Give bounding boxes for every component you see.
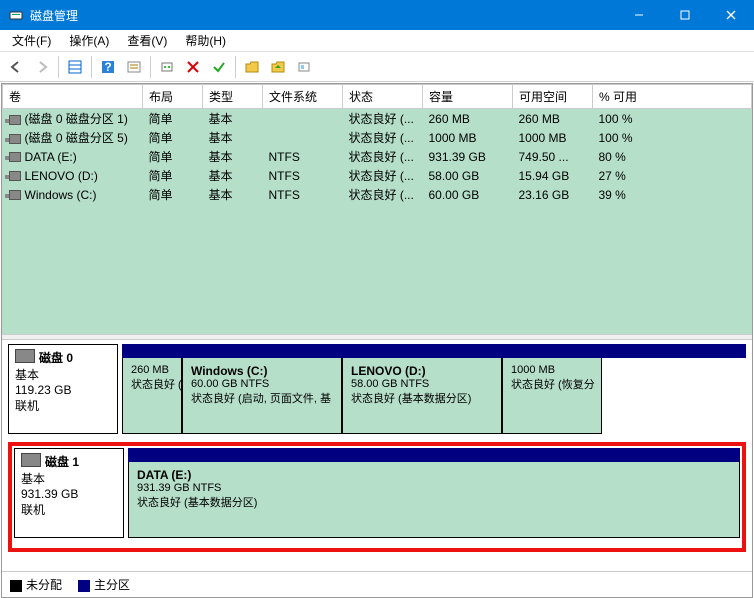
view-list-icon[interactable] [63,55,87,79]
partition[interactable]: 260 MB状态良好 (EF [122,358,182,434]
back-button[interactable] [4,55,28,79]
col-capacity[interactable]: 容量 [423,85,513,109]
legend-unallocated: 未分配 [10,576,62,593]
col-status[interactable]: 状态 [343,85,423,109]
col-type[interactable]: 类型 [203,85,263,109]
table-row[interactable]: Windows (C:)简单基本NTFS状态良好 (...60.00 GB23.… [3,185,752,204]
folder-icon[interactable] [240,55,264,79]
volume-icon [9,152,21,162]
svg-text:?: ? [104,60,111,74]
menubar: 文件(F) 操作(A) 查看(V) 帮助(H) [0,30,754,52]
menu-action[interactable]: 操作(A) [61,30,117,51]
forward-button[interactable] [30,55,54,79]
menu-file[interactable]: 文件(F) [4,30,59,51]
column-headers[interactable]: 卷 布局 类型 文件系统 状态 容量 可用空间 % 可用 [3,85,752,109]
table-row[interactable]: LENOVO (D:)简单基本NTFS状态良好 (...58.00 GB15.9… [3,166,752,185]
volume-list[interactable]: 卷 布局 类型 文件系统 状态 容量 可用空间 % 可用 (磁盘 0 磁盘分区 … [2,84,752,334]
titlebar: 磁盘管理 [0,0,754,30]
menu-help[interactable]: 帮助(H) [177,30,234,51]
partition[interactable]: 1000 MB状态良好 (恢复分 [502,358,602,434]
volume-icon [9,115,21,125]
partition[interactable]: LENOVO (D:)58.00 GB NTFS状态良好 (基本数据分区) [342,358,502,434]
volume-icon [9,171,21,181]
disk-header-bar [128,448,740,462]
disk-row: 磁盘 0基本119.23 GB联机260 MB状态良好 (EFWindows (… [8,344,746,434]
settings-icon[interactable] [292,55,316,79]
disk-header-bar [122,344,746,358]
col-free[interactable]: 可用空间 [513,85,593,109]
folder-up-icon[interactable] [266,55,290,79]
col-fs[interactable]: 文件系统 [263,85,343,109]
app-icon [8,7,24,23]
table-row[interactable]: DATA (E:)简单基本NTFS状态良好 (...931.39 GB749.5… [3,147,752,166]
disk-icon [21,453,41,467]
check-icon[interactable] [207,55,231,79]
legend-primary: 主分区 [78,576,130,593]
col-pct[interactable]: % 可用 [593,85,752,109]
disk-info[interactable]: 磁盘 1基本931.39 GB联机 [14,448,124,538]
legend: 未分配 主分区 [2,571,752,597]
volume-icon [9,190,21,200]
table-row[interactable]: (磁盘 0 磁盘分区 5)简单基本状态良好 (...1000 MB1000 MB… [3,128,752,147]
minimize-button[interactable] [616,0,662,30]
col-volume[interactable]: 卷 [3,85,143,109]
volume-icon [9,134,21,144]
close-button[interactable] [708,0,754,30]
disk-row: 磁盘 1基本931.39 GB联机DATA (E:)931.39 GB NTFS… [14,448,740,538]
table-row[interactable]: (磁盘 0 磁盘分区 1)简单基本状态良好 (...260 MB260 MB10… [3,109,752,129]
maximize-button[interactable] [662,0,708,30]
help-icon[interactable]: ? [96,55,120,79]
properties-icon[interactable] [122,55,146,79]
col-layout[interactable]: 布局 [143,85,203,109]
window-title: 磁盘管理 [30,7,616,24]
toolbar: ? [0,52,754,82]
partition[interactable]: DATA (E:)931.39 GB NTFS状态良好 (基本数据分区) [128,462,740,538]
refresh-icon[interactable] [155,55,179,79]
delete-icon[interactable] [181,55,205,79]
menu-view[interactable]: 查看(V) [119,30,175,51]
disk-info[interactable]: 磁盘 0基本119.23 GB联机 [8,344,118,434]
disk-graphical-view: 磁盘 0基本119.23 GB联机260 MB状态良好 (EFWindows (… [2,340,752,571]
disk-icon [15,349,35,363]
partition[interactable]: Windows (C:)60.00 GB NTFS状态良好 (启动, 页面文件,… [182,358,342,434]
